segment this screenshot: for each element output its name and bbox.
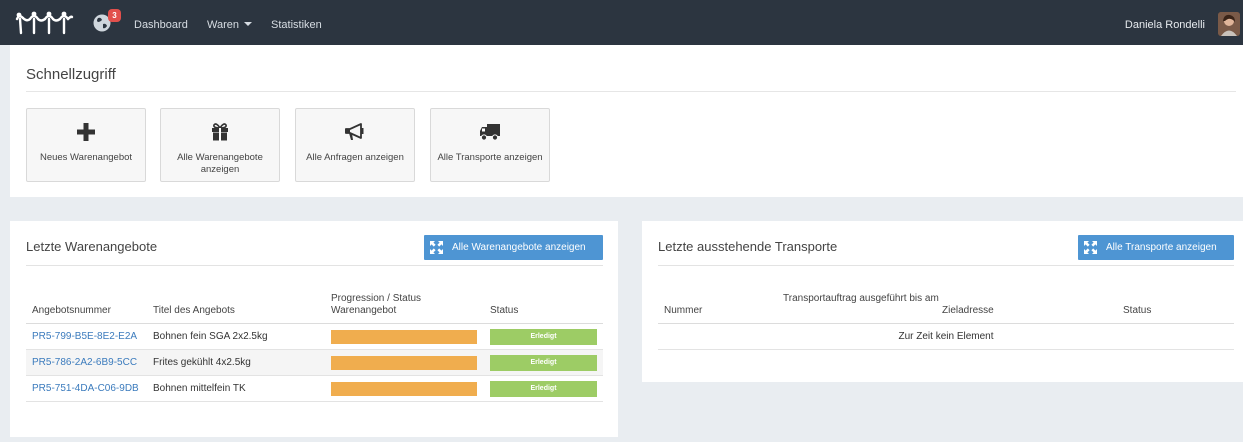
progress-bar xyxy=(331,382,477,396)
tile-label: Alle Anfragen anzeigen xyxy=(306,152,404,163)
truck-icon xyxy=(480,124,500,141)
progress-bar xyxy=(331,356,477,370)
nav-link-statistiken[interactable]: Statistiken xyxy=(271,0,322,45)
tile-label: Alle Transporte anzeigen xyxy=(437,152,543,163)
nav-link-dashboard[interactable]: Dashboard xyxy=(134,0,188,45)
table-row: PR5-751-4DA-C06-9DB Bohnen mittelfein TK… xyxy=(26,376,603,401)
divider xyxy=(26,265,603,266)
status-badge: Erledigt xyxy=(490,381,597,397)
all-requests-tile[interactable]: Alle Anfragen anzeigen xyxy=(295,108,415,182)
divider xyxy=(658,349,1234,350)
divider xyxy=(658,265,1234,266)
all-transports-button-label: Alle Transporte anzeigen xyxy=(1106,242,1217,253)
tile-label: Neues Warenangebot xyxy=(39,152,133,163)
col-header-status: Status xyxy=(490,305,519,316)
all-offers-button[interactable]: Alle Warenangebote anzeigen xyxy=(424,235,603,260)
empty-message: Zur Zeit kein Element xyxy=(898,331,994,342)
status-badge: Erledigt xyxy=(490,329,597,345)
expand-icon xyxy=(1084,241,1097,254)
col-header-title: Titel des Angebots xyxy=(153,305,235,316)
transports-panel: Letzte ausstehende Transporte Alle Trans… xyxy=(642,221,1243,382)
all-transports-button[interactable]: Alle Transporte anzeigen xyxy=(1078,235,1234,260)
col-header-number: Angebotsnummer xyxy=(32,305,111,316)
offers-panel-title: Letzte Warenangebote xyxy=(26,239,158,254)
user-name[interactable]: Daniela Rondelli xyxy=(1125,0,1205,50)
offer-number-link[interactable]: PR5-799-B5E-8E2-E2A xyxy=(32,324,137,349)
all-offers-tile[interactable]: Alle Warenangebote anzeigen xyxy=(160,108,280,182)
new-offer-tile[interactable]: Neues Warenangebot xyxy=(26,108,146,182)
col-header-status: Status xyxy=(1123,305,1152,316)
expand-icon xyxy=(430,241,443,254)
chevron-down-icon xyxy=(244,22,252,27)
top-navbar: 3 Dashboard Waren Statistiken Daniela Ro… xyxy=(0,0,1243,45)
divider xyxy=(26,401,603,402)
divider xyxy=(26,91,1236,92)
offer-number-link[interactable]: PR5-751-4DA-C06-9DB xyxy=(32,376,139,401)
offer-title: Frites gekühlt 4x2.5kg xyxy=(153,357,251,368)
notification-badge[interactable]: 3 xyxy=(108,9,121,22)
nav-link-waren-label: Waren xyxy=(207,19,239,31)
col-header-deadline: Transportauftrag ausgeführt bis am xyxy=(783,293,939,304)
col-header-progress: Progression / Status Warenangebot xyxy=(331,293,422,316)
all-transports-tile[interactable]: Alle Transporte anzeigen xyxy=(430,108,550,182)
progress-bar xyxy=(331,330,477,344)
megaphone-icon xyxy=(345,123,364,140)
quick-access-title: Schnellzugriff xyxy=(26,66,116,83)
nav-link-waren[interactable]: Waren xyxy=(207,0,252,45)
offer-number-link[interactable]: PR5-786-2A2-6B9-5CC xyxy=(32,350,137,375)
offer-title: Bohnen mittelfein TK xyxy=(153,383,246,394)
tile-label: Alle Warenangebote anzeigen xyxy=(177,152,263,175)
logo-icon[interactable] xyxy=(14,11,74,35)
col-header-destination: Zieladresse xyxy=(942,305,994,316)
col-header-number: Nummer xyxy=(664,305,703,316)
offer-title: Bohnen fein SGA 2x2.5kg xyxy=(153,331,268,342)
transports-panel-title: Letzte ausstehende Transporte xyxy=(658,239,838,254)
plus-icon xyxy=(77,123,95,141)
status-badge: Erledigt xyxy=(490,355,597,371)
offers-panel: Letzte Warenangebote Alle Warenangebote … xyxy=(10,221,618,437)
avatar[interactable] xyxy=(1218,12,1240,36)
empty-row: Zur Zeit kein Element xyxy=(658,324,1234,349)
table-row: PR5-786-2A2-6B9-5CC Frites gekühlt 4x2.5… xyxy=(26,350,603,375)
gift-icon xyxy=(212,123,228,141)
all-offers-button-label: Alle Warenangebote anzeigen xyxy=(452,242,586,253)
quick-access-panel: Schnellzugriff Neues Warenangebot Alle W… xyxy=(10,45,1243,197)
table-row: PR5-799-B5E-8E2-E2A Bohnen fein SGA 2x2.… xyxy=(26,324,603,349)
